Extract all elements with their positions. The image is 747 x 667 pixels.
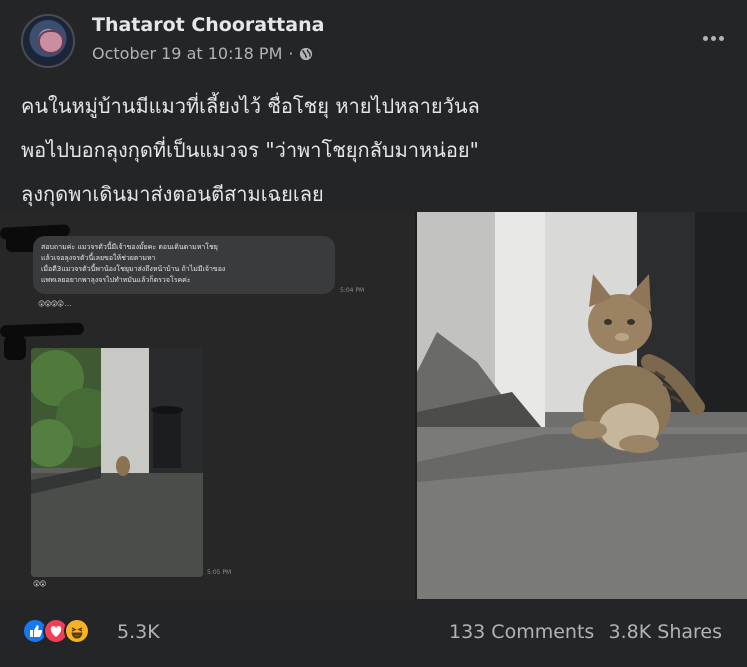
post-footer: 5.3K 133 Comments 3.8K Shares	[0, 600, 747, 667]
reaction-icons[interactable]	[22, 618, 108, 644]
post-media[interactable]: สอบถามค่ะ แมวจรตัวนี้มีเจ้าของมั้ยคะ ตอน…	[0, 212, 747, 599]
post-text-line: ลุงกุดพาเดินมาส่งตอนตีสามเฉยเลย	[21, 182, 324, 206]
meta-separator: ·	[288, 44, 294, 63]
redaction-scribble	[4, 336, 26, 360]
globe-icon[interactable]	[299, 47, 313, 61]
post-header: Thatarot Choorattana October 19 at 10:18…	[21, 10, 731, 68]
chat-time: 5:05 PM	[207, 569, 232, 576]
post-timestamp[interactable]: October 19 at 10:18 PM	[92, 44, 282, 63]
cat-photo[interactable]	[417, 212, 747, 599]
chat-reactions: 😲😲😲😲 …	[38, 300, 71, 308]
chat-screenshot[interactable]: สอบถามค่ะ แมวจรตัวนี้มีเจ้าของมั้ยคะ ตอน…	[0, 212, 415, 599]
more-dot	[702, 35, 708, 41]
avatar-face	[38, 30, 64, 54]
chat-photo[interactable]	[31, 348, 203, 577]
chat-bubble: สอบถามค่ะ แมวจรตัวนี้มีเจ้าของมั้ยคะ ตอน…	[33, 236, 335, 294]
chat-reactions: 😲😲	[33, 580, 47, 588]
author-name[interactable]: Thatarot Choorattana	[92, 14, 324, 36]
chat-photo-image	[31, 348, 203, 577]
more-dot	[718, 35, 724, 41]
chat-time: 5:04 PM	[340, 287, 365, 294]
post-text-line: คนในหมู่บ้านมีแมวที่เลี้ยงไว้ ชื่อโชยุ ห…	[21, 94, 480, 118]
post-text: คนในหมู่บ้านมีแมวที่เลี้ยงไว้ ชื่อโชยุ ห…	[21, 84, 727, 216]
chat-message: สอบถามค่ะ แมวจรตัวนี้มีเจ้าของมั้ยคะ ตอน…	[41, 243, 226, 284]
comments-count[interactable]: 133 Comments	[449, 621, 594, 643]
author-avatar[interactable]	[21, 14, 75, 68]
more-options-button[interactable]	[695, 24, 731, 52]
post-meta: October 19 at 10:18 PM ·	[92, 44, 313, 63]
haha-icon	[64, 618, 90, 644]
cat-photo-image	[417, 212, 747, 599]
post-text-line: พอไปบอกลุงกุดที่เป็นแมวจร "ว่าพาโชยุกลับ…	[21, 138, 479, 162]
reaction-count[interactable]: 5.3K	[117, 621, 160, 643]
shares-count[interactable]: 3.8K Shares	[609, 621, 722, 643]
more-dot	[710, 35, 716, 41]
